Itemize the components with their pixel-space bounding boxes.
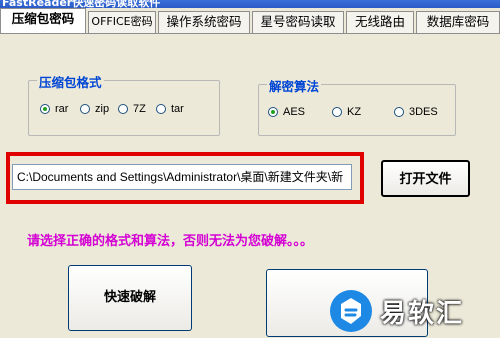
radio-label: KZ [347,106,362,118]
logo-icon [330,290,372,332]
tab-wireless-router[interactable]: 无线路由 [346,11,414,33]
radio-format-rar[interactable]: rar [40,103,68,115]
radio-label: tar [171,103,184,115]
radio-label: 7Z [133,103,146,115]
tab-archive-password[interactable]: 压缩包密码 [0,8,86,34]
file-path-field[interactable]: C:\Documents and Settings\Administrator\… [12,164,352,190]
radio-format-zip[interactable]: zip [80,103,109,115]
open-file-button[interactable]: 打开文件 [381,160,470,197]
radio-icon [394,107,404,117]
radio-icon [118,104,128,114]
radio-algo-aes[interactable]: AES [268,106,305,118]
radio-icon [332,107,342,117]
title-bar: FastReader快速密码读取软件 [0,0,500,8]
radio-label: 3DES [409,106,438,118]
archive-format-title: 压缩包格式 [37,72,104,91]
radio-selected-icon [40,104,50,114]
radio-icon [156,104,166,114]
hint-text: 请选择正确的格式和算法，否则无法为您破解。。。 [27,234,314,249]
radio-label: zip [95,103,110,115]
watermark-text: 易软汇 [380,298,465,329]
radio-format-7z[interactable]: 7Z [118,103,146,115]
radio-selected-icon [268,107,278,117]
radio-icon [80,104,90,114]
tab-os-password[interactable]: 操作系统密码 [158,11,250,33]
tab-office-password[interactable]: OFFICE密码 [88,11,156,33]
window-title: FastReader快速密码读取软件 [2,0,161,8]
radio-algo-3des[interactable]: 3DES [394,106,438,118]
radio-label: AES [283,106,306,118]
radio-format-tar[interactable]: tar [156,103,184,115]
tab-strip: 压缩包密码 OFFICE密码 操作系统密码 星号密码读取 无线路由 数据库密码 [0,8,500,34]
algorithm-title: 解密算法 [267,76,322,95]
radio-label: rar [55,103,69,115]
watermark-logo: 易软汇 [330,289,486,333]
tab-database-password[interactable]: 数据库密码 [416,11,500,33]
tab-asterisk-reader[interactable]: 星号密码读取 [252,11,344,33]
quick-crack-button[interactable]: 快速破解 [68,265,192,331]
radio-algo-kz[interactable]: KZ [332,106,361,118]
